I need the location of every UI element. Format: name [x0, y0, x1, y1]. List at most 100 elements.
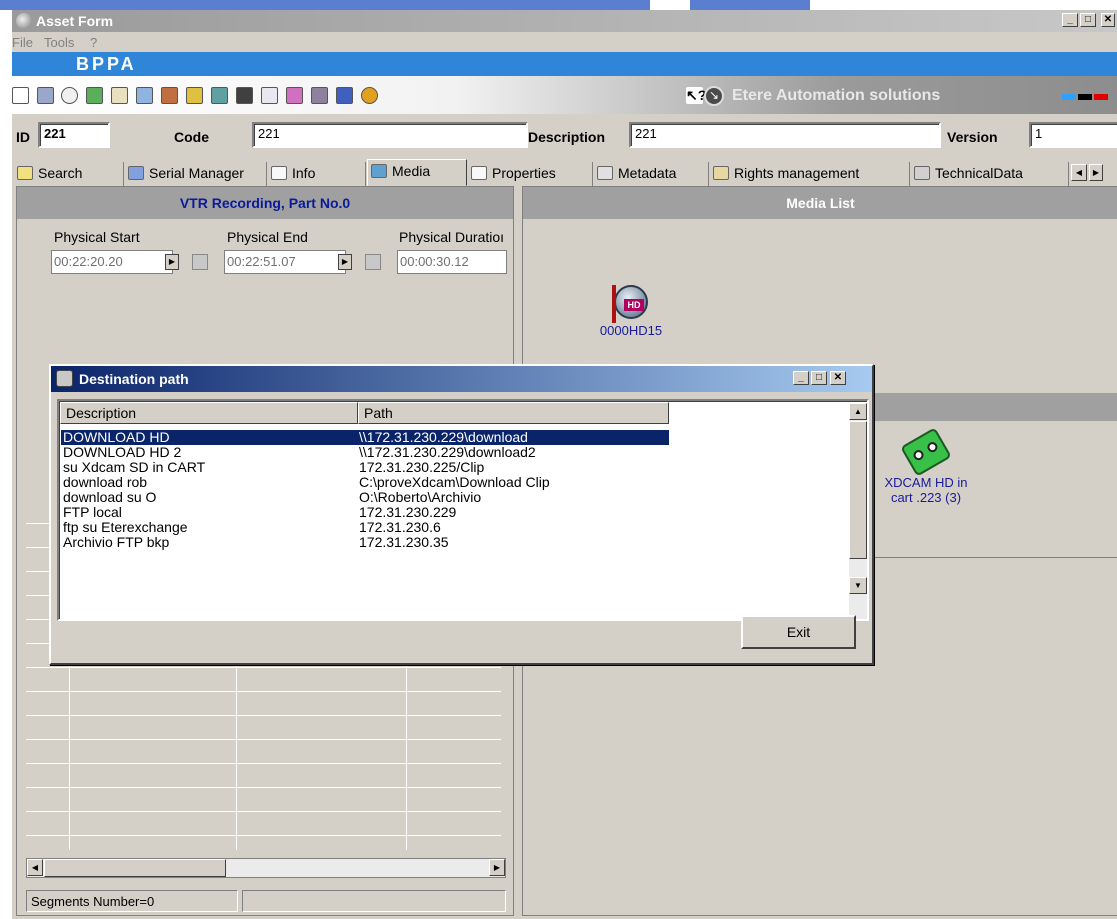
physical-end-field[interactable]: 00:22:51.07 — [224, 250, 346, 274]
scroll-thumb[interactable] — [44, 859, 226, 877]
dialog-close-button[interactable]: ✕ — [830, 371, 846, 385]
dialog-title-bar[interactable]: Destination path _ □ ✕ — [51, 366, 872, 392]
list-item[interactable]: ftp su Eterexchange 172.31.230.6 — [61, 520, 669, 535]
monitor-icon[interactable] — [336, 87, 353, 104]
physical-end-label: Physical End — [227, 229, 308, 245]
tab-technical-data[interactable]: TechnicalData — [911, 162, 1069, 186]
background-window-edge — [0, 0, 650, 10]
minimize-button[interactable]: _ — [1062, 13, 1078, 27]
segments-count: Segments Number=0 — [26, 890, 238, 912]
flag-black-icon — [1078, 94, 1092, 100]
destination-list[interactable]: Description Path DOWNLOAD HD \\172.31.230… — [57, 399, 869, 621]
close-button[interactable]: ✕ — [1101, 13, 1115, 27]
tab-properties[interactable]: Properties — [468, 162, 593, 186]
end-play-icon[interactable]: ▶ — [338, 254, 352, 270]
hd-disc-icon: HD — [612, 285, 648, 323]
list-item[interactable]: Archivio FTP bkp 172.31.230.35 — [61, 535, 669, 550]
column-description[interactable]: Description — [60, 402, 358, 424]
physical-duration-field[interactable]: 00:00:30.12 — [397, 250, 507, 274]
tape-cartridge-icon — [900, 427, 952, 477]
menu-help[interactable]: ? — [90, 35, 97, 50]
tab-serial-manager[interactable]: Serial Manager — [125, 162, 267, 186]
tab-scroll-left-icon[interactable]: ◀ — [1071, 164, 1087, 181]
dialog-maximize-button[interactable]: □ — [811, 371, 827, 385]
version-field[interactable]: 1 — [1029, 122, 1117, 148]
media-list-header: Media List — [523, 187, 1117, 219]
dialog-minimize-button[interactable]: _ — [793, 371, 809, 385]
search-tab-icon — [17, 166, 33, 180]
users-icon[interactable] — [136, 87, 153, 104]
clapper-icon[interactable] — [311, 87, 328, 104]
tab-search[interactable]: Search — [14, 162, 124, 186]
media-icon — [371, 164, 387, 178]
list-item[interactable]: DOWNLOAD HD \\172.31.230.229\download — [60, 429, 670, 446]
find-icon[interactable] — [236, 87, 253, 104]
list-item[interactable]: FTP local 172.31.230.229 — [61, 505, 669, 520]
exit-button[interactable]: Exit — [741, 615, 856, 649]
media-item-hd[interactable]: HD 0000HD15 — [581, 285, 681, 338]
info-icon — [271, 166, 287, 180]
title-bar[interactable]: Asset Form _ □ ✕ — [12, 10, 1117, 32]
media-item-label: 0000HD15 — [599, 323, 663, 338]
scroll-left-icon[interactable]: ◀ — [27, 859, 43, 876]
dialog-title: Destination path — [79, 371, 189, 387]
dialog-vscroll[interactable]: ▲ ▼ — [849, 403, 867, 619]
physical-start-field[interactable]: 00:22:20.20 — [51, 250, 173, 274]
list-item[interactable]: download su O O:\Roberto\Archivio — [61, 490, 669, 505]
column-path[interactable]: Path — [358, 402, 669, 424]
new-icon[interactable] — [12, 87, 29, 104]
start-calculator-icon[interactable] — [192, 254, 208, 270]
cart-item-xdcam[interactable]: XDCAM HD in cart .223 (3) — [878, 427, 974, 505]
tab-metadata[interactable]: Metadata — [594, 162, 709, 186]
code-field[interactable]: 221 — [252, 122, 528, 148]
play-icon[interactable] — [361, 87, 378, 104]
app-icon — [16, 13, 32, 29]
segments-hscroll[interactable]: ◀ ▶ — [26, 858, 506, 878]
scroll-down-icon[interactable]: ▼ — [849, 577, 867, 594]
refresh-icon[interactable] — [86, 87, 103, 104]
status-cell-empty — [242, 890, 506, 912]
cart-item-label-1: XDCAM HD in — [884, 475, 968, 490]
flag-red-icon — [1094, 94, 1108, 100]
list-item[interactable]: download rob C:\proveXdcam\Download Clip — [61, 475, 669, 490]
list-item[interactable]: su Xdcam SD in CART 172.31.230.225/Clip — [61, 460, 669, 475]
scroll-right-icon[interactable]: ▶ — [489, 859, 505, 876]
film-icon[interactable] — [186, 87, 203, 104]
version-label: Version — [947, 129, 998, 145]
background-window-edge-2 — [690, 0, 810, 10]
properties-icon — [471, 166, 487, 180]
help-pointer-icon[interactable]: ↖? — [686, 87, 706, 104]
id-field[interactable]: 221 — [38, 122, 110, 148]
export-icon[interactable] — [286, 87, 303, 104]
copy-icon[interactable] — [111, 87, 128, 104]
tab-rights-management[interactable]: Rights management — [710, 162, 910, 186]
end-calculator-icon[interactable] — [365, 254, 381, 270]
tab-scroll-right-icon[interactable]: ▶ — [1089, 164, 1103, 181]
dialog-scroll-thumb[interactable] — [849, 421, 867, 559]
menu-bar: File Tools ? — [12, 32, 1117, 52]
maximize-button[interactable]: □ — [1080, 13, 1096, 27]
tab-media[interactable]: Media — [367, 159, 467, 186]
asset-fields: ID 221 Code 221 Description 221 Version … — [12, 114, 1117, 158]
print-preview-icon[interactable] — [261, 87, 278, 104]
tab-info[interactable]: Info — [268, 162, 366, 186]
window-title: Asset Form — [36, 13, 114, 29]
calendar-icon — [128, 166, 144, 180]
scroll-up-icon[interactable]: ▲ — [849, 403, 867, 420]
flag-blue-icon — [1062, 94, 1076, 100]
destination-path-dialog: Destination path _ □ ✕ Description Path … — [49, 364, 874, 665]
cart-item-label-2: cart .223 (3) — [890, 490, 962, 505]
description-field[interactable]: 221 — [629, 122, 941, 148]
rights-icon — [713, 166, 729, 180]
menu-file[interactable]: File — [12, 35, 33, 50]
list-item[interactable]: DOWNLOAD HD 2 \\172.31.230.229\download2 — [61, 445, 669, 460]
start-play-icon[interactable]: ▶ — [165, 254, 179, 270]
code-label: Code — [174, 129, 209, 145]
menu-tools[interactable]: Tools — [44, 35, 74, 50]
network-icon[interactable] — [161, 87, 178, 104]
import-icon[interactable] — [211, 87, 228, 104]
undo-icon[interactable] — [61, 87, 78, 104]
save-icon[interactable] — [37, 87, 54, 104]
physical-start-label: Physical Start — [54, 229, 140, 245]
toolbar: ↖? ↘ Etere Automation solutions — [12, 76, 1117, 114]
